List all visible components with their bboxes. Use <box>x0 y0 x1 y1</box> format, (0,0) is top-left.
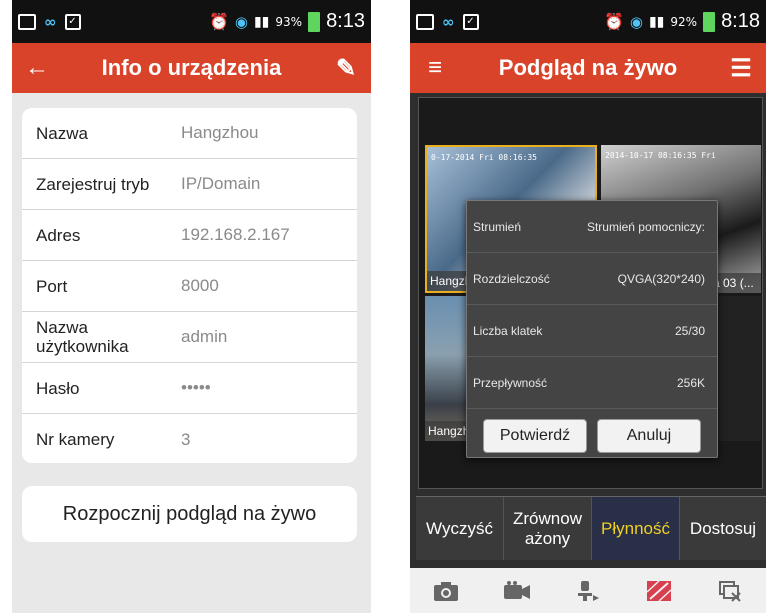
tab-custom[interactable]: Dostosuj <box>680 497 766 560</box>
info-label: Nr kamery <box>36 430 115 449</box>
info-label: Adres <box>36 225 81 245</box>
camera-icon[interactable] <box>431 578 461 604</box>
page-title: Info o urządzenia <box>101 55 282 80</box>
dialog-row-stream[interactable]: Strumień Strumień pomocniczy: <box>467 201 717 253</box>
dialog-label: Liczba klatek <box>473 323 543 338</box>
dialog-value: 25/30 <box>674 323 705 338</box>
signal-icon: ▮▮ <box>648 13 665 30</box>
clock-time: 8:18 <box>721 10 760 32</box>
dialog-row-frame-rate[interactable]: Liczba klatek 25/30 <box>467 305 717 357</box>
device-list-icon[interactable]: ☰ <box>716 43 766 93</box>
hamburger-menu-icon[interactable]: ≡ <box>410 43 460 93</box>
info-label: Nazwa użytkownika <box>36 318 129 356</box>
info-value: Hangzhou <box>181 123 259 142</box>
info-row-camera-number: Nr kamery 3 <box>22 414 357 465</box>
battery-icon <box>703 11 716 32</box>
ptz-icon[interactable] <box>573 578 603 604</box>
cancel-button[interactable]: Anuluj <box>597 419 701 453</box>
info-row-address: Adres 192.168.2.167 <box>22 210 357 261</box>
wifi-icon: ◉ <box>629 12 643 31</box>
dialog-label: Rozdzielczość <box>473 271 550 286</box>
bag-check-icon: ✓ <box>64 13 81 30</box>
bag-check-icon: ✓ <box>462 13 479 30</box>
info-row-password: Hasło ••••• <box>22 363 357 414</box>
info-value: 3 <box>181 429 191 449</box>
dialog-row-bitrate[interactable]: Przepływność 256K <box>467 357 717 409</box>
info-label: Port <box>36 276 68 296</box>
start-live-view-button[interactable]: Rozpocznij podgląd na żywo <box>22 486 357 542</box>
info-row-register-mode: Zarejestruj tryb IP/Domain <box>22 159 357 210</box>
back-arrow-icon[interactable]: ← <box>12 43 62 93</box>
info-row-name: Nazwa Hangzhou <box>22 108 357 159</box>
dialog-row-resolution[interactable]: Rozdzielczość QVGA(320*240) <box>467 253 717 305</box>
info-row-username: Nazwa użytkownika admin <box>22 312 357 363</box>
signal-icon: ▮▮ <box>253 13 270 30</box>
video-record-icon[interactable] <box>502 578 532 604</box>
page-title: Podgląd na żywo <box>498 55 678 80</box>
bottom-toolbar <box>410 568 766 613</box>
info-value: ••••• <box>181 378 211 397</box>
dialog-value: Strumień pomocniczy: <box>586 219 705 234</box>
status-bar: ∞ ✓ ⏰ ◉ ▮▮ 92% 8:18 <box>410 0 766 43</box>
title-bar: ≡ Podgląd na żywo ☰ <box>410 43 766 93</box>
info-value: IP/Domain <box>181 174 261 193</box>
stream-settings-dialog: Strumień Strumień pomocniczy: Rozdzielcz… <box>466 200 718 458</box>
battery-percent: 92% <box>670 14 698 29</box>
battery-percent: 93% <box>275 14 303 29</box>
infinity-icon: ∞ <box>442 12 455 31</box>
info-value: 8000 <box>181 276 219 295</box>
battery-icon <box>308 11 321 32</box>
info-value: 192.168.2.167 <box>181 225 290 244</box>
title-bar: ← Info o urządzenia ✎ <box>12 43 371 93</box>
dialog-label: Przepływność <box>473 375 548 390</box>
close-window-icon[interactable] <box>715 578 745 604</box>
clock-time: 8:13 <box>326 10 365 32</box>
dialog-label: Strumień <box>473 219 522 234</box>
info-value: admin <box>181 327 228 346</box>
alarm-icon: ⏰ <box>603 12 624 31</box>
info-label: Zarejestruj tryb <box>36 174 150 194</box>
device-info-screen: ∞ ✓ ⏰ ◉ ▮▮ 93% 8:13 ← Info o urządzenia … <box>12 0 371 613</box>
video-osd-timestamp: 0-17-2014 Fri 08:16:35 <box>431 153 537 162</box>
device-info-card: Nazwa Hangzhou Zarejestruj tryb IP/Domai… <box>22 108 357 463</box>
info-label: Hasło <box>36 378 80 398</box>
status-bar: ∞ ✓ ⏰ ◉ ▮▮ 93% 8:13 <box>12 0 371 43</box>
live-view-screen: ∞ ✓ ⏰ ◉ ▮▮ 92% 8:18 ≡ Podgląd na żywo ☰ … <box>410 0 766 613</box>
tab-clear[interactable]: Wyczyść <box>416 497 504 560</box>
quality-tab-bar: Wyczyść Zrównow ażony Płynność Dostosuj <box>416 496 766 560</box>
infinity-icon: ∞ <box>44 12 57 31</box>
gallery-icon <box>18 13 36 30</box>
info-row-port: Port 8000 <box>22 261 357 312</box>
edit-pencil-icon[interactable]: ✎ <box>321 43 371 93</box>
confirm-button[interactable]: Potwierdź <box>483 419 587 453</box>
info-label: Nazwa <box>36 123 88 143</box>
tab-fluent[interactable]: Płynność <box>592 497 680 560</box>
tab-balanced[interactable]: Zrównow ażony <box>504 497 592 560</box>
gallery-icon <box>416 13 434 30</box>
stop-all-icon[interactable] <box>644 578 674 604</box>
video-osd-timestamp: 2014-10-17 08:16:35 Fri <box>605 151 716 160</box>
wifi-icon: ◉ <box>234 12 248 31</box>
dialog-value: 256K <box>676 375 705 390</box>
dialog-value: QVGA(320*240) <box>617 271 705 286</box>
alarm-icon: ⏰ <box>208 12 229 31</box>
